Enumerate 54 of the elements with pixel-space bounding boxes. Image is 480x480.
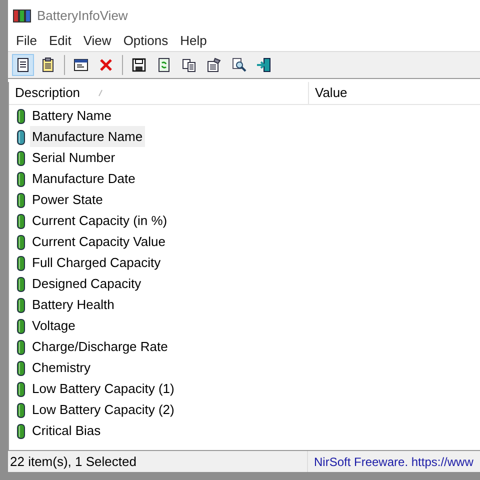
item-count: 22 item(s), 1 Selected [8,451,308,472]
row-label[interactable]: Low Battery Capacity (2) [30,398,176,420]
row-label[interactable]: Critical Bias [30,420,103,442]
row-label[interactable]: Serial Number [30,146,118,168]
battery-icon [16,338,26,354]
row-label[interactable]: Manufacture Date [30,168,138,190]
document-icon [15,57,31,73]
battery-icon [16,170,26,186]
battery-icon [16,318,26,334]
app-icon [13,8,31,22]
menu-item[interactable]: View [77,31,118,51]
website-link[interactable]: NirSoft Freeware. https://www [308,452,474,470]
battery-icon [16,128,26,144]
row-label[interactable]: Low Battery Capacity (1) [30,378,176,400]
copy-icon [181,57,197,73]
window-icon [73,57,89,73]
row-label[interactable]: Full Charged Capacity [30,252,163,274]
menu-item[interactable]: File [10,31,43,51]
refresh-icon [156,57,172,73]
row-label[interactable]: Current Capacity (in %) [30,210,170,232]
battery-icon [16,234,26,250]
properties-icon [206,57,222,73]
menu-item[interactable]: Options [117,31,174,51]
row-label[interactable]: Charge/Discharge Rate [30,336,170,358]
battery-icon [16,422,26,438]
row-label[interactable]: Battery Name [30,104,114,126]
clipboard-icon [40,57,56,73]
battery-icon [16,296,26,312]
row-label[interactable]: Battery Health [30,294,116,316]
column-header[interactable]: Description [9,82,309,104]
battery-icon [16,380,26,396]
row-label[interactable]: Voltage [30,314,78,336]
magnifier-icon [231,57,247,73]
row-label[interactable]: Chemistry [30,356,93,378]
battery-icon [16,276,26,292]
row-label[interactable]: Designed Capacity [30,272,144,294]
exit-icon [256,57,272,73]
menu-item[interactable]: Edit [42,31,78,51]
battery-icon [16,212,26,228]
battery-icon [16,192,26,208]
battery-icon [16,402,26,418]
sort-icon [98,89,104,97]
battery-icon [16,150,26,166]
row-label[interactable]: Manufacture Name [30,126,145,148]
toolbar-button[interactable] [12,54,34,76]
battery-icon [16,108,26,124]
column-header[interactable]: Value [309,82,348,104]
delete-icon [98,57,114,73]
battery-icon [16,360,26,376]
row-label[interactable]: Current Capacity Value [30,230,168,252]
battery-icon [16,254,26,270]
row-label[interactable]: Power State [30,188,105,210]
menu-item[interactable]: Help [174,31,213,51]
window-title: BatteryInfoView [37,6,128,25]
